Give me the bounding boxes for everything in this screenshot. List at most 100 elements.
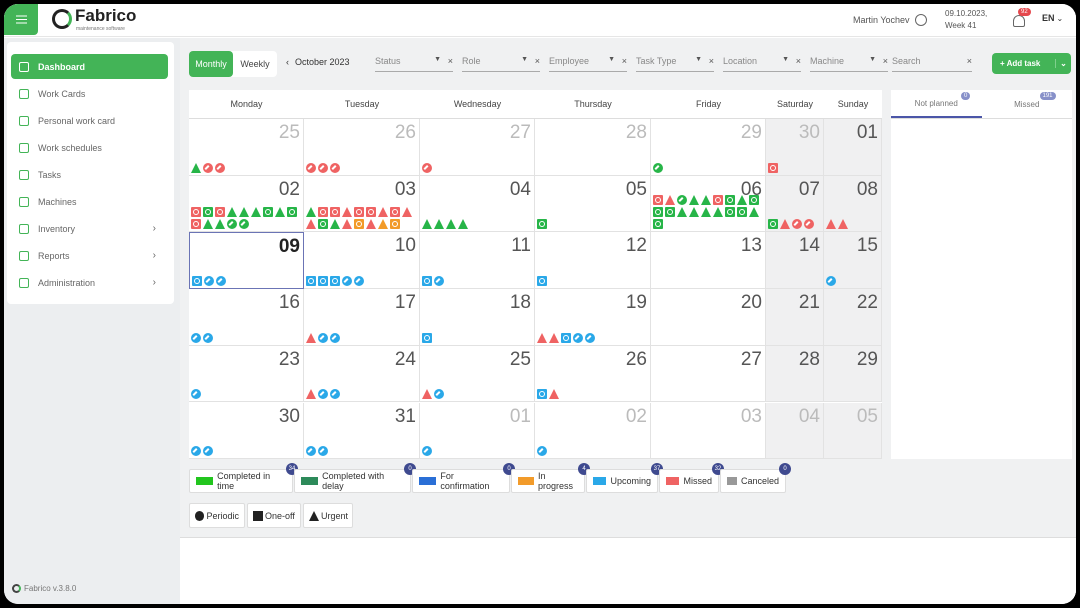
calendar-day[interactable]: 25 bbox=[189, 119, 304, 176]
periodic-task-icon[interactable] bbox=[204, 276, 214, 287]
urgent-task-icon[interactable] bbox=[306, 389, 316, 400]
one-off-task-icon[interactable] bbox=[537, 219, 547, 230]
periodic-task-icon[interactable] bbox=[191, 332, 201, 343]
sidebar-item-personal-work-card[interactable]: Personal work card bbox=[11, 108, 168, 133]
one-off-task-icon[interactable] bbox=[191, 207, 201, 218]
one-off-task-icon[interactable] bbox=[263, 207, 273, 218]
calendar-day[interactable]: 30 bbox=[189, 402, 304, 460]
periodic-task-icon[interactable] bbox=[804, 219, 814, 230]
sidebar-item-tasks[interactable]: Tasks bbox=[11, 162, 168, 187]
periodic-task-icon[interactable] bbox=[318, 332, 328, 343]
monthly-view-button[interactable]: Monthly bbox=[189, 51, 233, 77]
calendar-day[interactable]: 27 bbox=[651, 345, 766, 403]
clear-filter-icon[interactable]: × bbox=[448, 56, 453, 66]
search-input[interactable]: Search × bbox=[892, 56, 972, 72]
one-off-task-icon[interactable] bbox=[422, 332, 432, 343]
filter-role[interactable]: Role ▼ × bbox=[462, 56, 540, 72]
urgent-task-icon[interactable] bbox=[446, 219, 456, 230]
legend-upcoming[interactable]: Upcoming 37 bbox=[586, 463, 663, 493]
clear-filter-icon[interactable]: × bbox=[796, 56, 801, 66]
urgent-task-icon[interactable] bbox=[306, 332, 316, 343]
one-off-task-icon[interactable] bbox=[318, 276, 328, 287]
clear-filter-icon[interactable]: × bbox=[535, 56, 540, 66]
periodic-task-icon[interactable] bbox=[422, 162, 432, 173]
urgent-task-icon[interactable] bbox=[549, 389, 559, 400]
calendar-day[interactable]: 05 bbox=[824, 402, 882, 460]
clear-filter-icon[interactable]: × bbox=[883, 56, 888, 66]
calendar-day[interactable]: 14 bbox=[766, 232, 824, 290]
sidebar-item-machines[interactable]: Machines bbox=[11, 189, 168, 214]
calendar-day[interactable]: 21 bbox=[766, 289, 824, 346]
urgent-task-icon[interactable] bbox=[838, 219, 848, 230]
filter-task-type[interactable]: Task Type ▼ × bbox=[636, 56, 714, 72]
calendar-day[interactable]: 23 bbox=[189, 345, 304, 403]
periodic-task-icon[interactable] bbox=[537, 446, 547, 457]
urgent-task-icon[interactable] bbox=[749, 207, 759, 218]
periodic-task-icon[interactable] bbox=[215, 162, 225, 173]
one-off-task-icon[interactable] bbox=[537, 389, 547, 400]
clear-filter-icon[interactable]: × bbox=[709, 56, 714, 66]
calendar-day[interactable]: 31 bbox=[304, 402, 420, 460]
add-task-button[interactable]: + Add task ⌄ bbox=[992, 53, 1071, 74]
language-selector[interactable]: EN ⌄ bbox=[1042, 13, 1063, 23]
periodic-task-icon[interactable] bbox=[330, 389, 340, 400]
one-off-task-icon[interactable] bbox=[330, 276, 340, 287]
calendar-day[interactable]: 13 bbox=[651, 232, 766, 290]
filter-employee[interactable]: Employee ▼ × bbox=[549, 56, 627, 72]
periodic-task-icon[interactable] bbox=[422, 446, 432, 457]
one-off-task-icon[interactable] bbox=[725, 195, 735, 206]
periodic-task-icon[interactable] bbox=[330, 162, 340, 173]
urgent-task-icon[interactable] bbox=[215, 219, 225, 230]
sidebar-item-work-cards[interactable]: Work Cards bbox=[11, 81, 168, 106]
legend-for-confirmation[interactable]: For confirmation 0 bbox=[412, 463, 515, 493]
calendar-day[interactable]: 05 bbox=[535, 175, 651, 233]
one-off-task-icon[interactable] bbox=[318, 219, 328, 230]
urgent-task-icon[interactable] bbox=[342, 219, 352, 230]
periodic-task-icon[interactable] bbox=[227, 219, 237, 230]
calendar-day[interactable]: 07 bbox=[766, 175, 824, 233]
task-type-periodic[interactable]: Periodic bbox=[189, 503, 245, 528]
urgent-task-icon[interactable] bbox=[342, 207, 352, 218]
one-off-task-icon[interactable] bbox=[330, 207, 340, 218]
calendar-day[interactable]: 20 bbox=[651, 289, 766, 346]
bell-icon[interactable] bbox=[1013, 15, 1025, 27]
calendar-day[interactable]: 18 bbox=[420, 289, 535, 346]
clear-search-icon[interactable]: × bbox=[967, 56, 972, 66]
calendar-day[interactable]: 26 bbox=[535, 345, 651, 403]
one-off-task-icon[interactable] bbox=[725, 207, 735, 218]
calendar-day[interactable]: 22 bbox=[824, 289, 882, 346]
one-off-task-icon[interactable] bbox=[737, 207, 747, 218]
calendar-day[interactable]: 16 bbox=[189, 289, 304, 346]
calendar-day[interactable]: 11 bbox=[420, 232, 535, 290]
urgent-task-icon[interactable] bbox=[251, 207, 261, 218]
periodic-task-icon[interactable] bbox=[203, 446, 213, 457]
calendar-day[interactable]: 28 bbox=[535, 119, 651, 176]
one-off-task-icon[interactable] bbox=[768, 219, 778, 230]
periodic-task-icon[interactable] bbox=[318, 446, 328, 457]
urgent-task-icon[interactable] bbox=[306, 207, 316, 218]
clear-filter-icon[interactable]: × bbox=[622, 56, 627, 66]
urgent-task-icon[interactable] bbox=[677, 207, 687, 218]
periodic-task-icon[interactable] bbox=[191, 389, 201, 400]
calendar-day[interactable]: 30 bbox=[766, 119, 824, 176]
one-off-task-icon[interactable] bbox=[749, 195, 759, 206]
periodic-task-icon[interactable] bbox=[203, 332, 213, 343]
one-off-task-icon[interactable] bbox=[354, 219, 364, 230]
filter-machine[interactable]: Machine ▼ × bbox=[810, 56, 888, 72]
legend-completed-in-time[interactable]: Completed in time 34 bbox=[189, 463, 298, 493]
one-off-task-icon[interactable] bbox=[203, 207, 213, 218]
one-off-task-icon[interactable] bbox=[318, 207, 328, 218]
calendar-day[interactable]: 03 bbox=[304, 175, 420, 233]
calendar-day[interactable]: 06 bbox=[651, 175, 766, 233]
calendar-day[interactable]: 08 bbox=[824, 175, 882, 233]
calendar-day[interactable]: 26 bbox=[304, 119, 420, 176]
one-off-task-icon[interactable] bbox=[653, 207, 663, 218]
user-menu[interactable]: Martin Yochev bbox=[853, 14, 927, 26]
one-off-task-icon[interactable] bbox=[537, 276, 547, 287]
one-off-task-icon[interactable] bbox=[390, 219, 400, 230]
urgent-task-icon[interactable] bbox=[689, 207, 699, 218]
one-off-task-icon[interactable] bbox=[653, 195, 663, 206]
periodic-task-icon[interactable] bbox=[216, 276, 226, 287]
legend-canceled[interactable]: Canceled 0 bbox=[720, 463, 791, 493]
calendar-day[interactable]: 19 bbox=[535, 289, 651, 346]
